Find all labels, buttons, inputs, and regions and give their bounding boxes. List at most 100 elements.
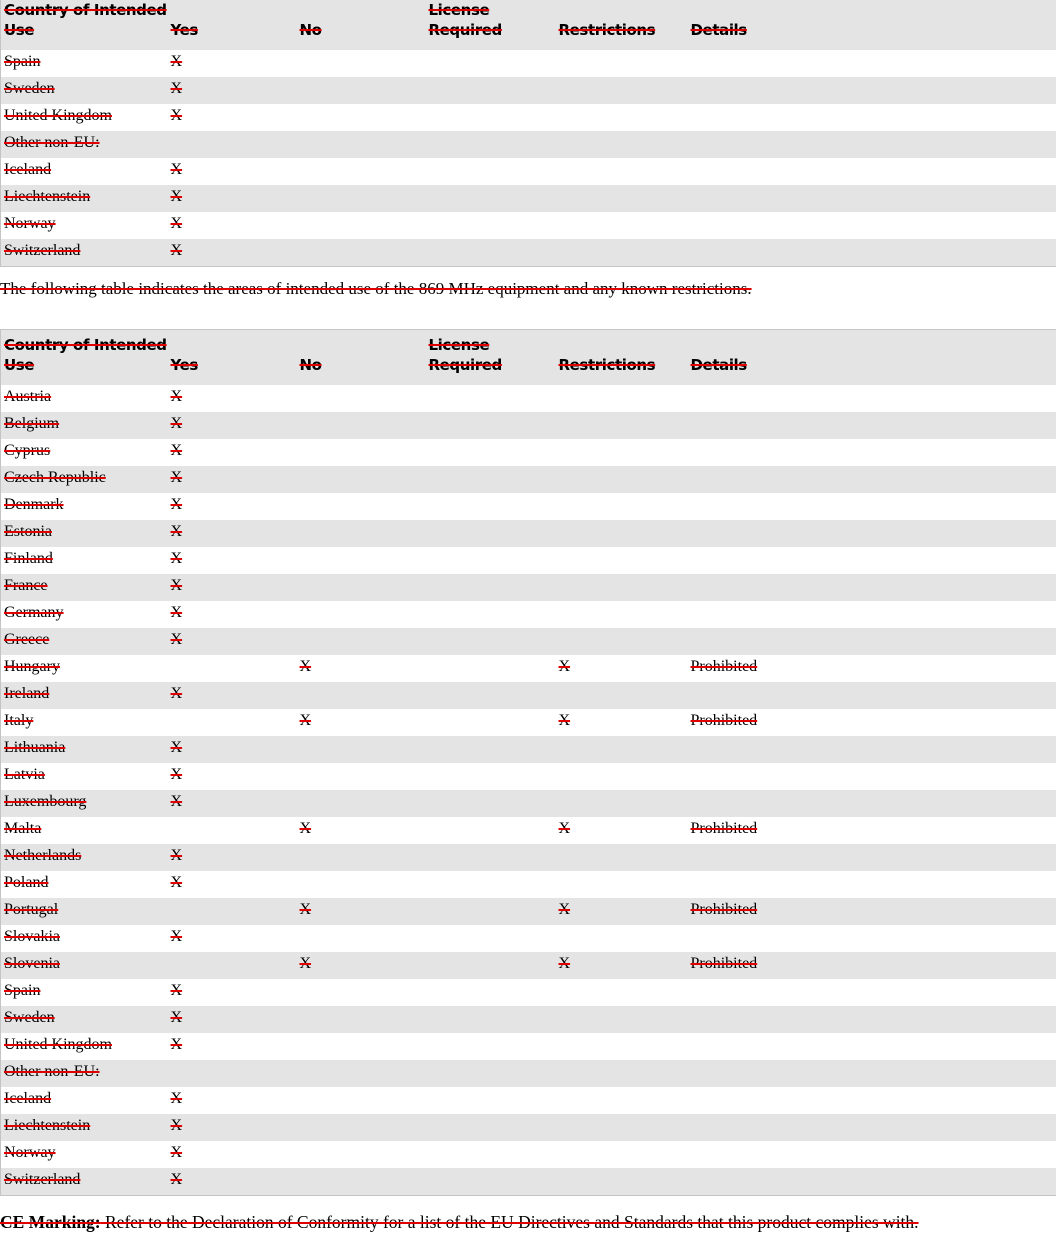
cell-country-text: Slovakia [4,928,60,945]
cell-details [687,520,1056,547]
header-country: Country of Intended Use [0,329,168,385]
header-yes: Yes [167,0,297,50]
cell-country-text: Portugal [4,901,59,918]
table-row: Italy X X Prohibited [0,709,1056,736]
cell-details [687,790,1056,817]
country-table-869mhz: Country of Intended Use Yes No License R… [0,329,1056,1196]
cell-license-required [425,385,556,412]
cell-country: Liechtenstein [0,1114,168,1141]
cell-country-text: United Kingdom [4,1036,112,1053]
cell-country-text: Greece [4,631,50,648]
cell-no [296,50,426,77]
cell-country-text: Norway [4,1144,56,1161]
cell-no [296,1060,426,1087]
cell-details [687,158,1056,185]
cell-no [296,1006,426,1033]
table-body: Spain X Sweden X United Kingdom X Other non-EU… [0,50,1056,267]
cell-license-required [425,1141,556,1168]
table-row: Cyprus X [0,439,1056,466]
header-country: Country of Intended Use [0,0,168,50]
cell-yes-text: X [170,1090,183,1107]
cell-details [687,385,1056,412]
cell-details [687,50,1056,77]
cell-yes-text: X [170,496,183,513]
cell-country: Hungary [0,655,168,682]
cell-no [296,1087,426,1114]
cell-license-required [425,736,556,763]
cell-country-text: Estonia [4,523,52,540]
cell-yes: X [167,763,297,790]
cell-country-text: Liechtenstein [4,1117,91,1134]
cell-yes-text: X [170,766,183,783]
table-row: Sweden X [0,77,1056,104]
cell-restrictions [555,104,688,131]
cell-country-text: Denmark [4,496,64,513]
ce-marking-paragraph: CE Marking: Refer to the Declaration of … [0,1212,919,1233]
header-details-label: Details [690,356,748,374]
cell-yes [167,131,297,158]
header-restrictions-label: Restrictions [558,356,656,374]
cell-yes [167,655,297,682]
cell-license-required [425,185,556,212]
table-row: Ireland X [0,682,1056,709]
cell-yes: X [167,628,297,655]
cell-license-required [425,104,556,131]
cell-license-required [425,1060,556,1087]
table-row: Denmark X [0,493,1056,520]
cell-country-text: Finland [4,550,53,567]
cell-no [296,1114,426,1141]
cell-details: Prohibited [687,817,1056,844]
cell-yes: X [167,212,297,239]
table-row: Slovenia X X Prohibited [0,952,1056,979]
cell-license-required [425,493,556,520]
cell-country: Finland [0,547,168,574]
header-yes-label: Yes [170,21,199,39]
cell-restrictions [555,1006,688,1033]
cell-restrictions [555,1060,688,1087]
cell-restrictions: X [555,655,688,682]
cell-country: Portugal [0,898,168,925]
cell-restrictions [555,736,688,763]
cell-restrictions [555,844,688,871]
cell-license-required [425,601,556,628]
cell-restrictions [555,1168,688,1196]
table-row: Liechtenstein X [0,1114,1056,1141]
cell-license-required [425,844,556,871]
cell-no [296,77,426,104]
cell-restrictions [555,385,688,412]
table-header-row: Country of Intended Use Yes No License R… [0,329,1056,385]
ce-marking-label: CE Marking: [0,1212,101,1232]
cell-yes: X [167,790,297,817]
cell-no [296,1168,426,1196]
cell-license-required [425,925,556,952]
cell-yes: X [167,925,297,952]
cell-no [296,979,426,1006]
cell-details [687,628,1056,655]
cell-license-required [425,77,556,104]
cell-restrictions-text: X [558,955,571,972]
cell-country-text: Slovenia [4,955,60,972]
cell-country: Czech Republic [0,466,168,493]
cell-country: Denmark [0,493,168,520]
header-details: Details [687,329,1056,385]
cell-yes [167,817,297,844]
cell-no: X [296,817,426,844]
cell-no: X [296,709,426,736]
cell-details [687,1060,1056,1087]
cell-no-text: X [299,955,312,972]
cell-restrictions [555,925,688,952]
cell-details [687,1033,1056,1060]
cell-restrictions [555,682,688,709]
cell-yes-text: X [170,161,183,178]
cell-license-required [425,50,556,77]
cell-details [687,871,1056,898]
cell-yes-text: X [170,242,183,259]
cell-details [687,1087,1056,1114]
table-row: Switzerland X [0,1168,1056,1196]
cell-restrictions [555,520,688,547]
cell-country-text: Iceland [4,161,52,178]
cell-yes: X [167,574,297,601]
cell-yes: X [167,871,297,898]
cell-country: Switzerland [0,1168,168,1196]
table-row: Poland X [0,871,1056,898]
